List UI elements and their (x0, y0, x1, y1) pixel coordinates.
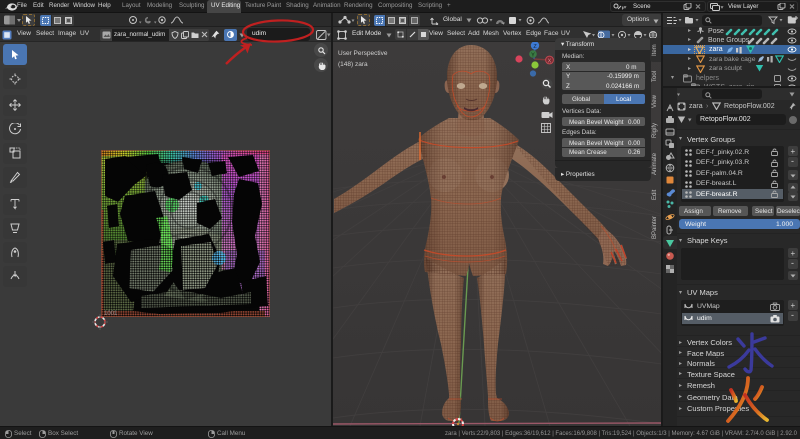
svg-text:Y: Y (531, 53, 535, 59)
svg-text:X: X (548, 59, 552, 65)
